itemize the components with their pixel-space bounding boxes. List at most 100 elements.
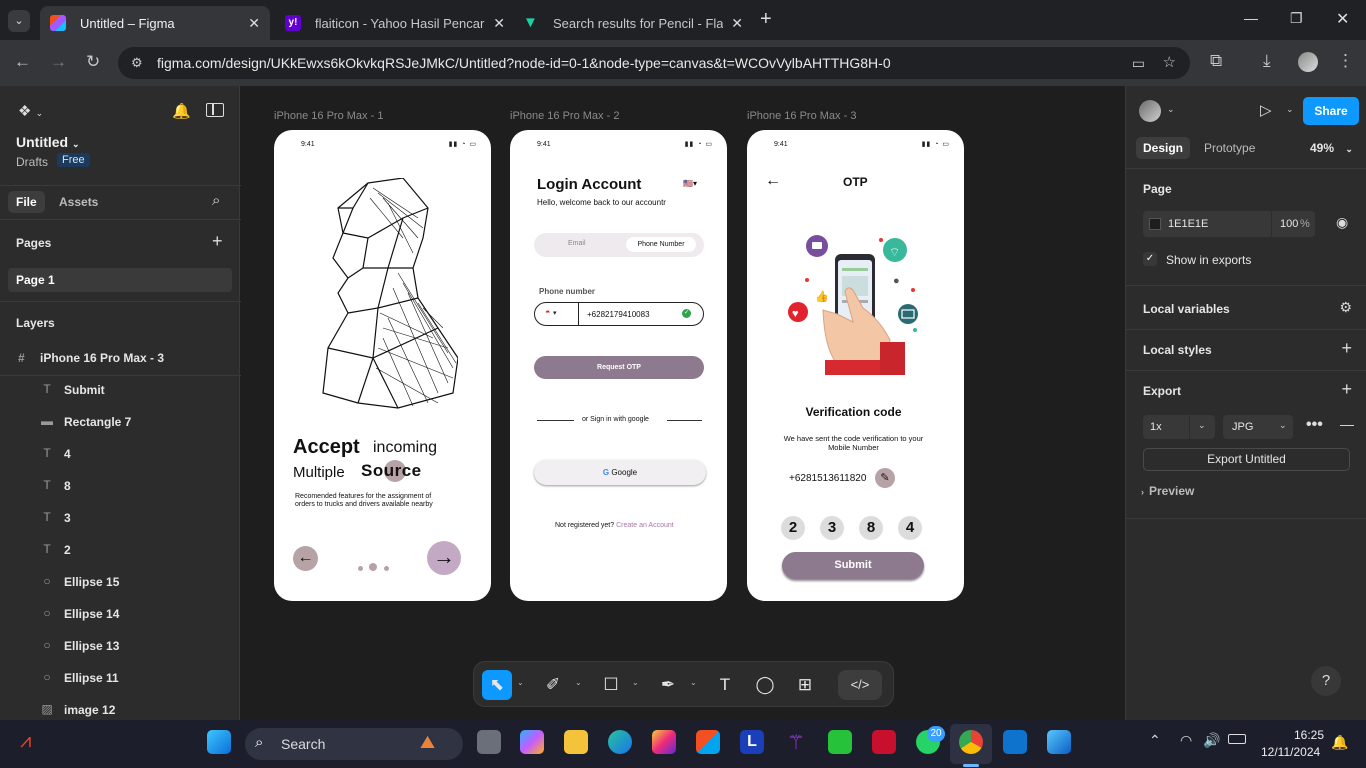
close-tab-icon[interactable]: ✕ <box>248 15 260 32</box>
toggle-sidebar-icon[interactable] <box>206 103 224 117</box>
layer-item[interactable]: ○ Ellipse 13 <box>0 630 240 662</box>
restore-icon[interactable]: ❐ <box>1290 10 1303 27</box>
create-account-link[interactable]: Create an Account <box>616 522 674 529</box>
opacity-value[interactable]: 100 <box>1280 218 1298 230</box>
share-button[interactable]: Share <box>1303 97 1359 125</box>
tab-file[interactable]: File <box>8 191 45 213</box>
prev-arrow-button[interactable]: ← <box>293 546 318 571</box>
back-arrow-icon[interactable]: ← <box>765 172 781 190</box>
pen-tool-icon[interactable]: ✒ <box>653 670 683 700</box>
present-play-icon[interactable]: ▷ <box>1260 101 1272 119</box>
layer-item[interactable]: T3 <box>0 502 240 534</box>
clock-date[interactable]: 12/11/2024 <box>1261 745 1320 759</box>
chevron-down-icon[interactable]: ⌄ <box>575 678 582 687</box>
text-tool-icon[interactable]: T <box>710 670 740 700</box>
remove-export-icon[interactable]: — <box>1340 416 1354 432</box>
photos-icon[interactable] <box>1047 730 1071 754</box>
help-icon[interactable]: ? <box>1311 666 1341 696</box>
export-scale-select[interactable]: 1x ⌄ <box>1143 415 1215 439</box>
layer-frame[interactable]: # iPhone 16 Pro Max - 3 <box>0 342 240 374</box>
next-arrow-button[interactable]: → <box>427 541 461 575</box>
iphone-frame-3[interactable]: 9:41 ▮▮ ◔ ▭ ← OTP ⌔ ♥ ● 👍 Verification co… <box>747 130 964 601</box>
vscode-icon[interactable] <box>1003 730 1027 754</box>
visibility-eye-icon[interactable]: ◉ <box>1336 214 1348 231</box>
menu-kebab-icon[interactable]: ⋮ <box>1337 51 1354 71</box>
site-info-icon[interactable]: ⚙ <box>131 47 143 79</box>
design-canvas[interactable]: iPhone 16 Pro Max - 1 iPhone 16 Pro Max … <box>241 86 1125 720</box>
chevron-down-icon[interactable]: ⌄ <box>517 678 524 687</box>
app-purple-icon[interactable]: ⚚ <box>784 730 808 754</box>
file-name[interactable]: Untitled ⌄ <box>16 134 80 150</box>
add-export-icon[interactable]: + <box>1341 379 1352 400</box>
color-swatch[interactable] <box>1149 218 1161 230</box>
volume-icon[interactable]: 🔊 <box>1203 732 1220 749</box>
close-tab-icon[interactable]: ✕ <box>731 15 743 32</box>
battery-icon[interactable] <box>1228 734 1246 744</box>
task-view-icon[interactable] <box>477 730 501 754</box>
frame-label-3[interactable]: iPhone 16 Pro Max - 3 <box>747 110 856 122</box>
tab-design[interactable]: Design <box>1136 137 1191 159</box>
notification-bell-icon[interactable]: 🔔 <box>1331 734 1348 751</box>
chevron-down-icon[interactable]: ⌄ <box>632 678 639 687</box>
export-button[interactable]: Export Untitled <box>1143 448 1350 471</box>
show-exports-checkbox[interactable]: ✓ <box>1143 252 1157 266</box>
us-flag-icon[interactable]: 🇺🇸▾ <box>683 179 697 188</box>
figma-main-menu-icon[interactable]: ❖ ⌄ <box>18 102 43 120</box>
notification-bell-icon[interactable]: 🔔 <box>172 102 191 120</box>
submit-button[interactable]: Submit <box>782 552 924 579</box>
copilot-icon[interactable] <box>520 730 544 754</box>
otp-digit[interactable]: 3 <box>820 516 844 540</box>
chevron-down-icon[interactable]: ⌄ <box>1286 104 1294 115</box>
otp-digit[interactable]: 2 <box>781 516 805 540</box>
layer-item[interactable]: T2 <box>0 534 240 566</box>
preview-toggle[interactable]: › Preview <box>1141 484 1194 498</box>
layer-item[interactable]: T8 <box>0 470 240 502</box>
add-style-icon[interactable]: + <box>1341 338 1352 359</box>
minimize-icon[interactable]: — <box>1244 10 1258 26</box>
layer-item[interactable]: ○ Ellipse 15 <box>0 566 240 598</box>
user-avatar[interactable] <box>1139 100 1161 122</box>
new-tab-button[interactable]: + <box>760 8 772 31</box>
layer-item[interactable]: T Submit <box>0 374 240 406</box>
frame-label-1[interactable]: iPhone 16 Pro Max - 1 <box>274 110 383 122</box>
profile-avatar[interactable] <box>1298 52 1318 72</box>
edge-icon[interactable] <box>608 730 632 754</box>
tab-yahoo[interactable]: y! flaiticon - Yahoo Hasil Pencarian ✕ <box>275 6 515 40</box>
chevron-down-icon[interactable]: ⌄ <box>690 678 697 687</box>
tab-prototype[interactable]: Prototype <box>1204 141 1255 155</box>
comment-tool-icon[interactable]: ◯ <box>750 670 780 700</box>
layer-item[interactable]: ○ Ellipse 11 <box>0 662 240 694</box>
dev-mode-toggle-icon[interactable]: </> <box>838 670 882 700</box>
instagram-icon[interactable] <box>652 730 676 754</box>
variables-settings-icon[interactable]: ⚙ <box>1339 299 1352 316</box>
indonesia-flag-icon[interactable]: ◓ ▾ <box>545 307 556 317</box>
windows-start-icon[interactable] <box>207 730 231 754</box>
layer-item[interactable]: T4 <box>0 438 240 470</box>
tab-assets[interactable]: Assets <box>59 195 98 209</box>
tab-search-icon[interactable]: ⌄ <box>8 10 30 32</box>
otp-digit[interactable]: 8 <box>859 516 883 540</box>
google-button[interactable]: G Google <box>534 460 706 485</box>
bg-color-field[interactable]: 1E1E1E 100 % <box>1143 211 1315 237</box>
drafts-label[interactable]: Drafts <box>16 155 48 169</box>
tab-figma[interactable]: Untitled – Figma ✕ <box>40 6 270 40</box>
tab-phone-number[interactable]: Phone Number <box>626 237 696 252</box>
app-l-icon[interactable]: L <box>740 730 764 754</box>
page-item-1[interactable]: Page 1 <box>8 268 232 292</box>
bg-hex-value[interactable]: 1E1E1E <box>1168 218 1208 230</box>
weather-widget-icon[interactable]: ⩘ <box>20 730 44 754</box>
search-icon[interactable]: ⌕ <box>212 192 220 209</box>
app-green-icon[interactable] <box>828 730 852 754</box>
extensions-icon[interactable]: ⧉ <box>1210 51 1222 71</box>
request-otp-button[interactable]: Request OTP <box>534 356 704 379</box>
iphone-frame-1[interactable]: 9:41 ▮▮ ◔ ▭ Accept incoming Multiple Sou… <box>274 130 491 601</box>
download-icon[interactable]: ⤓ <box>1263 51 1271 71</box>
iphone-frame-2[interactable]: 9:41 ▮▮ ◔ ▭ Login Account 🇺🇸▾ Hello, wel… <box>510 130 727 601</box>
zoom-level[interactable]: 49% ⌄ <box>1310 141 1353 155</box>
taskbar-search-box[interactable]: ⌕ Search ⛰ <box>245 728 463 760</box>
show-hidden-icons-chevron[interactable]: ⌃ <box>1149 732 1161 749</box>
clipboard-icon[interactable]: ▭ <box>1132 47 1145 79</box>
rectangle-tool-icon[interactable]: ☐ <box>596 670 626 700</box>
chrome-icon[interactable] <box>959 730 983 754</box>
tab-flaticon[interactable]: ▼ Search results for Pencil - Flaticon ✕ <box>513 6 753 40</box>
